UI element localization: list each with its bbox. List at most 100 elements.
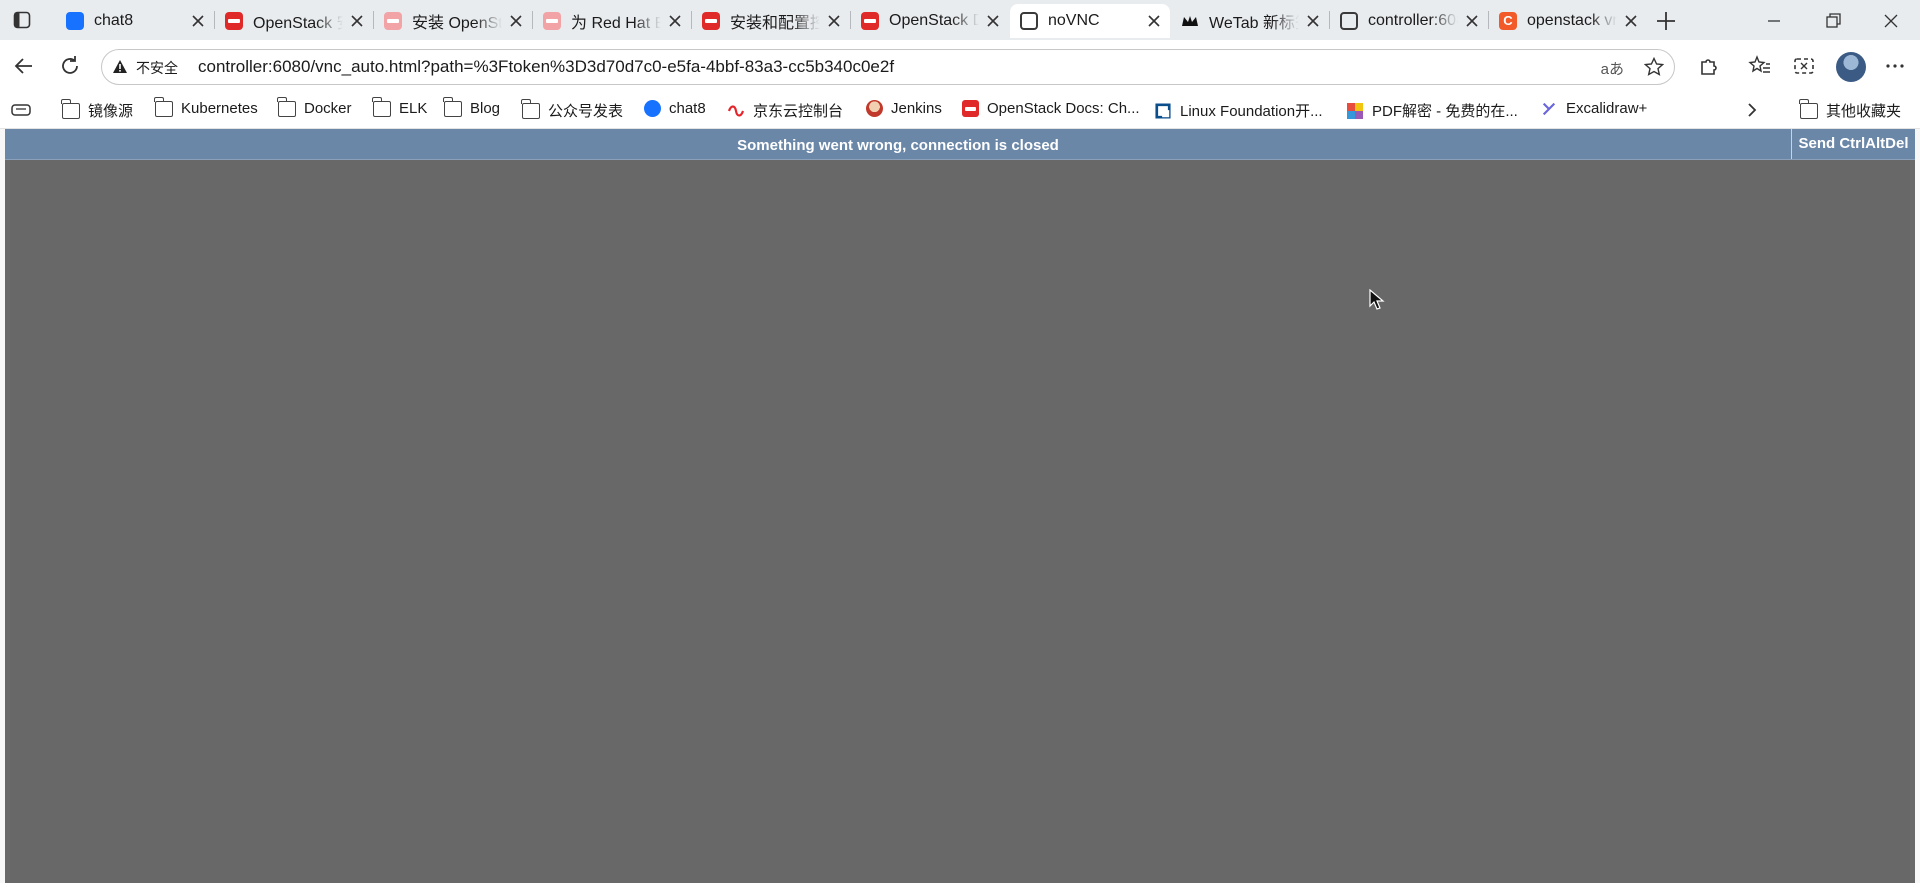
- bookmark-label: Blog: [470, 100, 501, 117]
- more-menu-icon[interactable]: [1883, 54, 1907, 78]
- bookmark-jenkins[interactable]: Jenkins: [866, 100, 942, 117]
- bookmark-folder-mirror[interactable]: 镜像源: [61, 98, 134, 121]
- bookmark-label: Kubernetes: [181, 100, 258, 117]
- bookmark-excalidraw[interactable]: Excalidraw+: [1540, 100, 1647, 117]
- globe-icon: [1020, 12, 1038, 30]
- folder-icon: [372, 96, 391, 117]
- favorite-star-icon[interactable]: [1644, 57, 1664, 77]
- new-tab-icon[interactable]: [1655, 10, 1677, 32]
- tab-controller[interactable]: controller:6080: [1330, 4, 1488, 38]
- chat-bubble-icon: [66, 12, 84, 30]
- tab-openstack-install[interactable]: OpenStack 安装: [215, 4, 373, 38]
- minimize-icon[interactable]: [1763, 10, 1785, 32]
- openstack-icon: [861, 12, 879, 30]
- tab-install-openstack[interactable]: 安装 OpenStack: [374, 4, 532, 38]
- screenshot-capture-icon[interactable]: [1792, 54, 1816, 78]
- bookmark-folder-docker[interactable]: Docker: [277, 96, 352, 117]
- bookmark-label: Docker: [304, 100, 352, 117]
- send-ctrl-alt-del-button[interactable]: Send CtrlAltDel: [1791, 129, 1915, 159]
- back-arrow-icon[interactable]: [12, 54, 36, 78]
- security-label[interactable]: 不安全: [136, 58, 178, 78]
- close-icon[interactable]: [508, 13, 524, 29]
- close-icon[interactable]: [349, 13, 365, 29]
- tab-novnc[interactable]: noVNC: [1010, 4, 1170, 38]
- openstack-faded-icon: [543, 12, 561, 30]
- mouse-cursor-icon: [1369, 289, 1385, 310]
- folder-icon: [61, 98, 80, 119]
- refresh-icon[interactable]: [58, 54, 82, 78]
- bookmark-label: ELK: [399, 100, 428, 117]
- close-window-icon[interactable]: [1880, 10, 1902, 32]
- tab-title: WeTab 新标签页: [1209, 15, 1299, 32]
- vertical-tabs-icon[interactable]: [13, 11, 31, 29]
- chevron-right-icon[interactable]: [1744, 102, 1760, 118]
- bookmark-label: 京东云控制台: [753, 103, 844, 120]
- url-text[interactable]: controller:6080/vnc_auto.html?path=%3Fto…: [198, 57, 894, 77]
- close-icon[interactable]: [667, 13, 683, 29]
- close-icon[interactable]: [1146, 13, 1162, 29]
- bookmark-label: chat8: [669, 100, 706, 117]
- bookmark-label: Jenkins: [891, 100, 942, 117]
- address-bar[interactable]: 不安全 controller:6080/vnc_auto.html?path=%…: [101, 49, 1675, 85]
- profile-avatar[interactable]: [1836, 52, 1866, 82]
- close-icon[interactable]: [826, 13, 842, 29]
- tab-openstack-vnc[interactable]: C openstack vnc: [1489, 4, 1647, 38]
- bookmark-label: 公众号发表: [548, 103, 624, 120]
- warning-icon[interactable]: [112, 59, 128, 75]
- collections-icon[interactable]: [11, 102, 31, 118]
- bookmark-jdcloud[interactable]: 京东云控制台: [727, 100, 843, 121]
- c-letter-icon: C: [1499, 12, 1517, 30]
- close-icon[interactable]: [1464, 13, 1480, 29]
- bookmark-linux-foundation[interactable]: Linux Foundation开...: [1154, 100, 1323, 121]
- other-bookmarks-folder[interactable]: 其他收藏夹: [1799, 98, 1902, 121]
- bookmark-label: OpenStack Docs: Ch...: [987, 100, 1140, 117]
- close-icon[interactable]: [1623, 13, 1639, 29]
- tab-title: controller:6080: [1368, 12, 1458, 29]
- chat-bubble-icon: [644, 100, 661, 117]
- read-aloud-icon[interactable]: aあ: [1601, 58, 1624, 79]
- tab-title: 安装 OpenStack: [412, 15, 502, 32]
- openstack-icon: [225, 12, 243, 30]
- tab-title: 安装和配置控制节点: [730, 15, 820, 32]
- bookmark-label: 其他收藏夹: [1826, 103, 1902, 120]
- tab-install-configure[interactable]: 安装和配置控制节点: [692, 4, 850, 38]
- bookmark-folder-kubernetes[interactable]: Kubernetes: [154, 96, 258, 117]
- tab-wetab[interactable]: WeTab 新标签页: [1171, 4, 1329, 38]
- connection-status-message: Something went wrong, connection is clos…: [737, 137, 1059, 154]
- extensions-puzzle-icon[interactable]: [1697, 54, 1721, 78]
- folder-icon: [443, 96, 462, 117]
- tab-openstack-docs[interactable]: OpenStack Docs: [851, 4, 1009, 38]
- favorites-list-icon[interactable]: [1748, 54, 1772, 78]
- folder-icon: [154, 96, 173, 117]
- close-icon[interactable]: [1305, 13, 1321, 29]
- folder-icon: [521, 98, 540, 119]
- bookmark-label: Excalidraw+: [1566, 100, 1648, 117]
- novnc-canvas[interactable]: Something went wrong, connection is clos…: [5, 129, 1915, 883]
- tab-title: openstack vnc: [1527, 12, 1617, 29]
- restore-icon[interactable]: [1822, 10, 1844, 32]
- bookmark-label: 镜像源: [88, 103, 134, 120]
- bookmarks-bar: 镜像源 Kubernetes Docker ELK Blog 公众号发表 cha…: [0, 92, 1920, 129]
- bookmark-pdf-decrypt[interactable]: PDF解密 - 免费的在...: [1346, 100, 1518, 121]
- bookmark-folder-elk[interactable]: ELK: [372, 96, 428, 117]
- tab-strip: chat8 OpenStack 安装 安装 OpenStack 为 Red Ha…: [0, 0, 1920, 40]
- tab-red-hat[interactable]: 为 Red Hat Enterprise: [533, 4, 691, 38]
- openstack-icon: [962, 100, 979, 117]
- bookmark-folder-blog[interactable]: Blog: [443, 96, 501, 117]
- tab-title: OpenStack Docs: [889, 12, 979, 29]
- folder-icon: [277, 96, 296, 117]
- tab-chat8[interactable]: chat8: [56, 4, 214, 38]
- close-icon[interactable]: [190, 13, 206, 29]
- bookmark-openstack-docs[interactable]: OpenStack Docs: Ch...: [962, 100, 1140, 117]
- bookmark-folder-wechat-publish[interactable]: 公众号发表: [521, 98, 624, 121]
- excalidraw-icon: [1542, 102, 1556, 115]
- bookmark-label: Linux Foundation开...: [1180, 103, 1323, 120]
- bookmark-chat8[interactable]: chat8: [644, 100, 706, 117]
- close-icon[interactable]: [985, 13, 1001, 29]
- tab-title: 为 Red Hat Enterprise: [571, 15, 661, 32]
- openstack-faded-icon: [384, 12, 402, 30]
- novnc-status-bar: Something went wrong, connection is clos…: [5, 129, 1915, 160]
- jenkins-icon: [866, 100, 883, 117]
- jdcloud-icon: [727, 104, 745, 117]
- crown-icon: [1182, 16, 1198, 26]
